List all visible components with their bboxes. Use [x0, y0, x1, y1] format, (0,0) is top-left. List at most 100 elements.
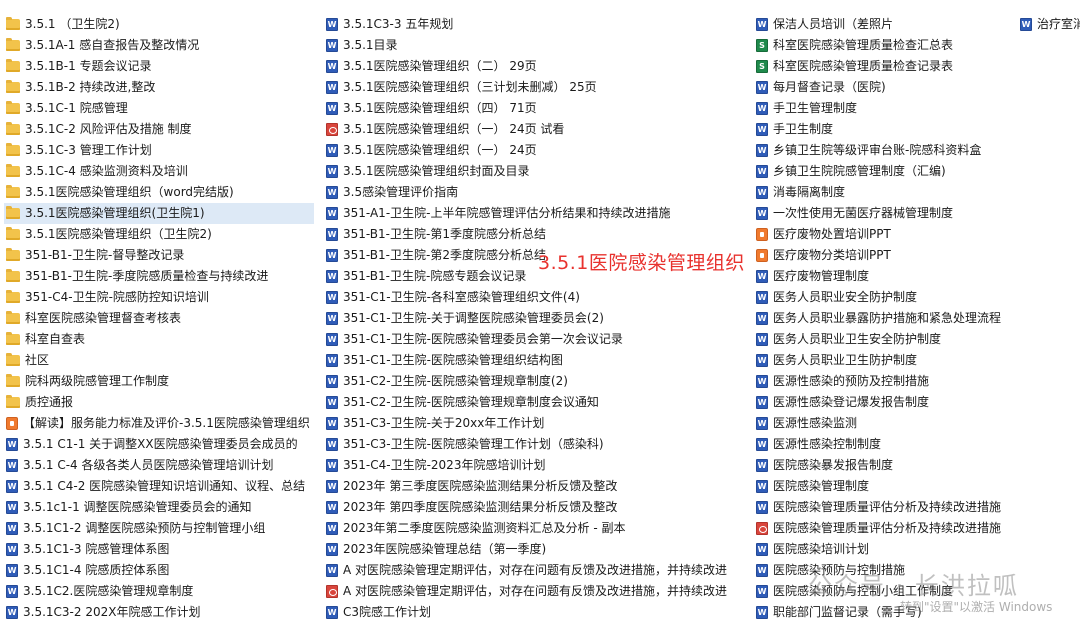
folder-item[interactable]: 科室医院感染管理督查考核表: [4, 308, 314, 329]
folder-item[interactable]: 351-C4-卫生院-院感防控知识培训: [4, 287, 314, 308]
folder-item[interactable]: 351-B1-卫生院-督导整改记录: [4, 245, 314, 266]
file-item[interactable]: 351-B1-卫生院-第1季度院感分析总结: [324, 224, 739, 245]
file-item[interactable]: 科室医院感染管理质量检查汇总表: [754, 35, 1014, 56]
file-item[interactable]: 医务人员职业卫生安全防护制度: [754, 329, 1014, 350]
file-item[interactable]: 351-C3-卫生院-医院感染管理工作计划（感染科): [324, 434, 739, 455]
file-item[interactable]: 3.5.1 C4-2 医院感染管理知识培训通知、议程、总结: [4, 476, 314, 497]
file-item[interactable]: 3.5.1 C1-1 关于调整XX医院感染管理委员会成员的: [4, 434, 314, 455]
file-item[interactable]: 3.5.1c1-1 调整医院感染管理委员会的通知: [4, 497, 314, 518]
file-item[interactable]: 医院感染培训计划: [754, 539, 1014, 560]
file-item[interactable]: 3.5.1C2.医院感染管理规章制度: [4, 581, 314, 602]
file-item[interactable]: C3院感工作计划: [324, 602, 739, 623]
file-item[interactable]: 3.5.1 C-4 各级各类人员医院感染管理培训计划: [4, 455, 314, 476]
file-item[interactable]: 医务人员职业安全防护制度: [754, 287, 1014, 308]
file-item[interactable]: A 对医院感染管理定期评估，对存在问题有反馈及改进措施，并持续改进: [324, 560, 739, 581]
file-item[interactable]: 2023年 第三季度医院感染监测结果分析反馈及整改: [324, 476, 739, 497]
file-item[interactable]: 医院感染管理质量评估分析及持续改进措施: [754, 518, 1014, 539]
file-item[interactable]: 保洁人员培训（差照片: [754, 14, 1014, 35]
folder-item[interactable]: 3.5.1C-1 院感管理: [4, 98, 314, 119]
item-label: 3.5.1 C-4 各级各类人员医院感染管理培训计划: [23, 458, 274, 472]
file-item[interactable]: 医院感染管理质量评估分析及持续改进措施: [754, 497, 1014, 518]
file-item[interactable]: 3.5.1医院感染管理组织（三计划未删减） 25页: [324, 77, 739, 98]
file-item[interactable]: 乡镇卫生院等级评审台账-院感科资料盒: [754, 140, 1014, 161]
file-item[interactable]: 治疗室消: [1018, 14, 1080, 35]
file-item[interactable]: 医疗废物管理制度: [754, 266, 1014, 287]
file-item[interactable]: 乡镇卫生院院感管理制度（汇编): [754, 161, 1014, 182]
folder-item[interactable]: 3.5.1B-1 专题会议记录: [4, 56, 314, 77]
word-doc-icon: [6, 480, 18, 493]
file-item[interactable]: 3.5感染管理评价指南: [324, 182, 739, 203]
folder-item[interactable]: 3.5.1C-3 管理工作计划: [4, 140, 314, 161]
item-label: C3院感工作计划: [343, 605, 432, 619]
file-item[interactable]: 每月督查记录（医院): [754, 77, 1014, 98]
item-label: 351-B1-卫生院-第1季度院感分析总结: [343, 227, 546, 241]
item-label: 351-B1-卫生院-督导整改记录: [25, 248, 185, 262]
word-doc-icon: [756, 564, 768, 577]
file-item[interactable]: 医院感染暴发报告制度: [754, 455, 1014, 476]
file-item[interactable]: 351-C1-卫生院-医院感染管理委员会第一次会议记录: [324, 329, 739, 350]
file-item[interactable]: 医务人员职业暴露防护措施和紧急处理流程: [754, 308, 1014, 329]
file-item[interactable]: 3.5.1医院感染管理组织（二） 29页: [324, 56, 739, 77]
file-item[interactable]: 医疗废物分类培训PPT: [754, 245, 1014, 266]
file-item[interactable]: 医源性感染登记爆发报告制度: [754, 392, 1014, 413]
file-item[interactable]: 3.5.1目录: [324, 35, 739, 56]
file-item[interactable]: 医源性感染监测: [754, 413, 1014, 434]
word-doc-icon: [756, 186, 768, 199]
file-item[interactable]: 医务人员职业卫生防护制度: [754, 350, 1014, 371]
file-item[interactable]: A 对医院感染管理定期评估，对存在问题有反馈及改进措施，并持续改进: [324, 581, 739, 602]
file-item[interactable]: 3.5.1C3-2 202X年院感工作计划: [4, 602, 314, 623]
folder-item[interactable]: 科室自查表: [4, 329, 314, 350]
file-item[interactable]: 手卫生制度: [754, 119, 1014, 140]
file-item[interactable]: 351-C4-卫生院-2023年院感培训计划: [324, 455, 739, 476]
file-item[interactable]: 351-C1-卫生院-关于调整医院感染管理委员会(2): [324, 308, 739, 329]
file-item[interactable]: 医疗废物处置培训PPT: [754, 224, 1014, 245]
file-item[interactable]: 3.5.1C1-4 院感质控体系图: [4, 560, 314, 581]
folder-item[interactable]: 3.5.1C-4 感染监测资料及培训: [4, 161, 314, 182]
folder-item[interactable]: 3.5.1医院感染管理组织（卫生院2): [4, 224, 314, 245]
file-item[interactable]: 351-C2-卫生院-医院感染管理规章制度会议通知: [324, 392, 739, 413]
file-item[interactable]: 351-C2-卫生院-医院感染管理规章制度(2): [324, 371, 739, 392]
item-label: 3.5.1医院感染管理组织(卫生院1): [25, 206, 205, 220]
folder-item[interactable]: 质控通报: [4, 392, 314, 413]
folder-item[interactable]: 3.5.1B-2 持续改进,整改: [4, 77, 314, 98]
file-item[interactable]: 3.5.1医院感染管理组织（四） 71页: [324, 98, 739, 119]
folder-item[interactable]: 351-B1-卫生院-季度院感质量检查与持续改进: [4, 266, 314, 287]
word-doc-icon: [756, 144, 768, 157]
folder-item[interactable]: 3.5.1医院感染管理组织（word完结版): [4, 182, 314, 203]
file-item[interactable]: 3.5.1医院感染管理组织封面及目录: [324, 161, 739, 182]
file-item[interactable]: 3.5.1C1-2 调整医院感染预防与控制管理小组: [4, 518, 314, 539]
folder-item[interactable]: 社区: [4, 350, 314, 371]
word-doc-icon: [326, 18, 338, 31]
file-item[interactable]: 【解读】服务能力标准及评价-3.5.1医院感染管理组织: [4, 413, 314, 434]
file-item[interactable]: 手卫生管理制度: [754, 98, 1014, 119]
file-item[interactable]: 3.5.1医院感染管理组织（一） 24页 试看: [324, 119, 739, 140]
file-item[interactable]: 消毒隔离制度: [754, 182, 1014, 203]
file-item[interactable]: 2023年医院感染管理总结（第一季度): [324, 539, 739, 560]
file-item[interactable]: 2023年 第四季度医院感染监测结果分析反馈及整改: [324, 497, 739, 518]
item-label: 351-C3-卫生院-医院感染管理工作计划（感染科): [343, 437, 604, 451]
word-doc-icon: [6, 501, 18, 514]
file-item[interactable]: 医源性感染控制制度: [754, 434, 1014, 455]
file-item[interactable]: 3.5.1C1-3 院感管理体系图: [4, 539, 314, 560]
folder-item[interactable]: 院科两级院感管理工作制度: [4, 371, 314, 392]
file-item[interactable]: 3.5.1医院感染管理组织（一） 24页: [324, 140, 739, 161]
file-item[interactable]: 351-A1-卫生院-上半年院感管理评估分析结果和持续改进措施: [324, 203, 739, 224]
presentation-icon: [6, 417, 18, 430]
file-item[interactable]: 医院感染管理制度: [754, 476, 1014, 497]
word-doc-icon: [326, 333, 338, 346]
file-item[interactable]: 医源性感染的预防及控制措施: [754, 371, 1014, 392]
file-item[interactable]: 351-C1-卫生院-医院感染管理组织结构图: [324, 350, 739, 371]
file-item[interactable]: 3.5.1C3-3 五年规划: [324, 14, 739, 35]
folder-item[interactable]: 3.5.1医院感染管理组织(卫生院1): [4, 203, 314, 224]
item-label: 3.5.1医院感染管理组织（一） 24页 试看: [343, 122, 565, 136]
folder-item[interactable]: 3.5.1 （卫生院2): [4, 14, 314, 35]
file-item[interactable]: 351-C1-卫生院-各科室感染管理组织文件(4): [324, 287, 739, 308]
folder-item[interactable]: 3.5.1A-1 感自查报告及整改情况: [4, 35, 314, 56]
item-label: 351-C1-卫生院-关于调整医院感染管理委员会(2): [343, 311, 604, 325]
file-item[interactable]: 351-C3-卫生院-关于20xx年工作计划: [324, 413, 739, 434]
file-item[interactable]: 2023年第二季度医院感染监测资料汇总及分析 - 副本: [324, 518, 739, 539]
folder-item[interactable]: 3.5.1C-2 风险评估及措施 制度: [4, 119, 314, 140]
item-label: 手卫生制度: [773, 122, 834, 136]
file-item[interactable]: 科室医院感染管理质量检查记录表: [754, 56, 1014, 77]
file-item[interactable]: 一次性使用无菌医疗器械管理制度: [754, 203, 1014, 224]
